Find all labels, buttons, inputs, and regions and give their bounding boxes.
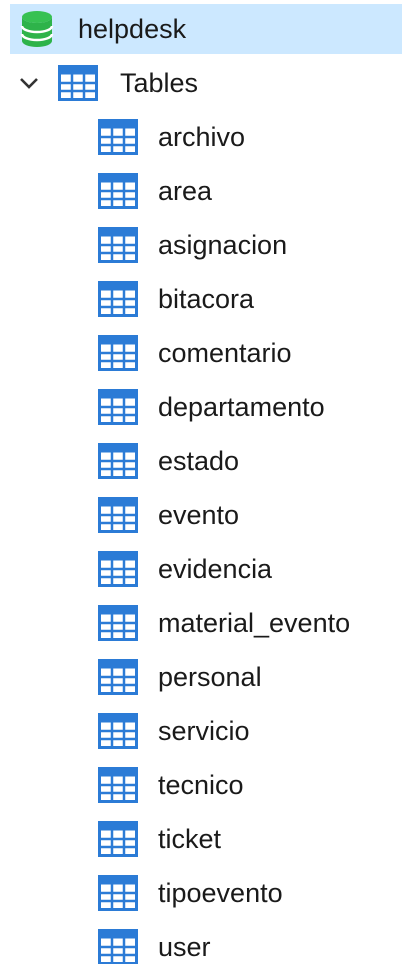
table-icon bbox=[58, 65, 98, 101]
table-icon bbox=[98, 497, 138, 533]
tree-node-table-area[interactable]: area bbox=[98, 164, 350, 218]
table-name: departamento bbox=[158, 391, 325, 422]
tree-node-table-asignacion[interactable]: asignacion bbox=[98, 218, 350, 272]
table-icon bbox=[98, 605, 138, 641]
tree-node-table-bitacora[interactable]: bitacora bbox=[98, 272, 350, 326]
table-icon bbox=[98, 821, 138, 857]
tree-node-table-ticket[interactable]: ticket bbox=[98, 812, 350, 866]
tree-node-table-evidencia[interactable]: evidencia bbox=[98, 542, 350, 596]
table-icon bbox=[98, 659, 138, 695]
tree-node-table-archivo[interactable]: archivo bbox=[98, 110, 350, 164]
tree-node-table-servicio[interactable]: servicio bbox=[98, 704, 350, 758]
table-name: estado bbox=[158, 445, 240, 476]
table-icon bbox=[98, 335, 138, 371]
tree-node-table-departamento[interactable]: departamento bbox=[98, 380, 350, 434]
table-name: asignacion bbox=[158, 229, 288, 260]
table-icon bbox=[98, 713, 138, 749]
tree-node-table-user[interactable]: user bbox=[98, 920, 350, 964]
table-name: tipoevento bbox=[158, 877, 283, 908]
table-name: area bbox=[158, 175, 213, 206]
table-name: user bbox=[158, 931, 211, 962]
tree-node-table-tipoevento[interactable]: tipoevento bbox=[98, 866, 350, 920]
table-name: personal bbox=[158, 661, 262, 692]
table-icon bbox=[98, 929, 138, 964]
table-name: evidencia bbox=[158, 553, 273, 584]
table-name: archivo bbox=[158, 121, 246, 152]
table-icon bbox=[98, 767, 138, 803]
table-icon bbox=[98, 173, 138, 209]
tree-node-database[interactable]: helpdesk bbox=[10, 4, 402, 54]
tree-node-table-estado[interactable]: estado bbox=[98, 434, 350, 488]
table-icon bbox=[98, 227, 138, 263]
tables-label: Tables bbox=[120, 67, 199, 98]
table-icon bbox=[98, 443, 138, 479]
tree-node-table-evento[interactable]: evento bbox=[98, 488, 350, 542]
database-icon bbox=[20, 11, 54, 47]
table-name: material_evento bbox=[158, 607, 351, 638]
chevron-down-icon[interactable] bbox=[18, 72, 40, 94]
table-icon bbox=[98, 119, 138, 155]
table-name: servicio bbox=[158, 715, 250, 746]
table-name: tecnico bbox=[158, 769, 244, 800]
table-icon bbox=[98, 551, 138, 587]
tree-node-table-material_evento[interactable]: material_evento bbox=[98, 596, 350, 650]
table-name: evento bbox=[158, 499, 240, 530]
table-name: bitacora bbox=[158, 283, 255, 314]
database-tree: helpdesk Tables archivo area asignacion bit… bbox=[0, 0, 408, 964]
table-list: archivo area asignacion bitacora comentario d… bbox=[98, 110, 350, 964]
table-icon bbox=[98, 875, 138, 911]
table-icon bbox=[98, 389, 138, 425]
tree-node-table-tecnico[interactable]: tecnico bbox=[98, 758, 350, 812]
tree-node-table-personal[interactable]: personal bbox=[98, 650, 350, 704]
tree-node-table-comentario[interactable]: comentario bbox=[98, 326, 350, 380]
tree-node-tables[interactable]: Tables bbox=[0, 56, 198, 110]
table-name: ticket bbox=[158, 823, 222, 854]
table-name: comentario bbox=[158, 337, 292, 368]
table-icon bbox=[98, 281, 138, 317]
database-name: helpdesk bbox=[78, 13, 187, 44]
